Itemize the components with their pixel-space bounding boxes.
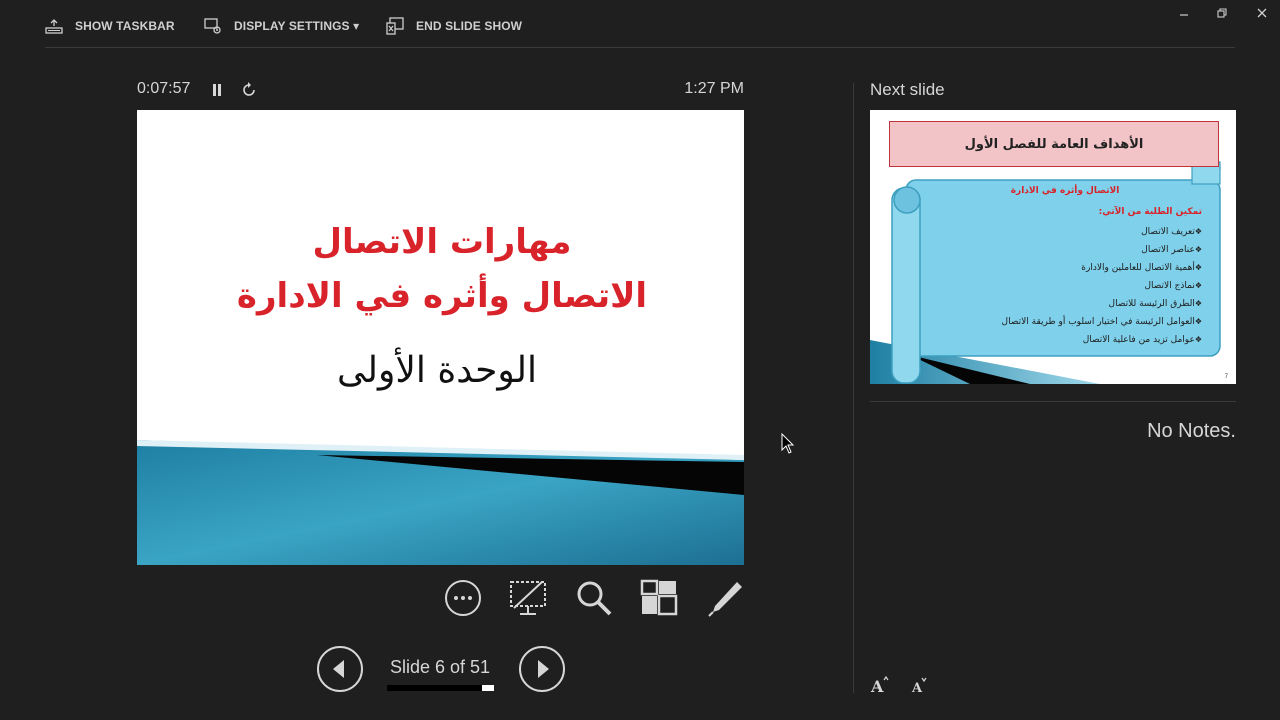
slide-progress-marker (482, 685, 494, 691)
decrease-font-icon: A (911, 677, 927, 696)
end-slide-show-button[interactable]: END SLIDE SHOW (386, 14, 522, 38)
see-all-slides-icon (640, 579, 678, 616)
slide-background (137, 110, 744, 565)
end-slide-show-label: END SLIDE SHOW (416, 19, 523, 33)
slide-counter: Slide 6 of 51 (389, 657, 491, 677)
presenter-toolbar: SHOW TASKBAR DISPLAY SETTINGS ▾ END SLID… (0, 0, 1280, 50)
list-item: عناصر الاتصال (930, 241, 1202, 259)
next-slide-label: Next slide (870, 80, 945, 99)
decrease-font-button[interactable]: A (910, 675, 930, 696)
notes-divider[interactable] (870, 401, 1236, 402)
minimize-icon (1180, 14, 1188, 16)
increase-font-button[interactable]: A (870, 675, 890, 696)
elapsed-timer: 0:07:57 (137, 80, 191, 97)
more-options-icon (445, 580, 481, 616)
next-slide-icon (519, 646, 565, 692)
speaker-notes[interactable]: No Notes. (1000, 420, 1236, 443)
end-show-icon (386, 17, 404, 35)
next-slide-intro: تمكين الطلبة من الآتي: (1098, 207, 1202, 217)
close-icon (1257, 8, 1267, 18)
next-slide-scroll-title: الاتصال وأثره في الادارة (1010, 186, 1120, 196)
previous-slide-button[interactable] (316, 645, 364, 693)
list-item: نماذج الاتصال (930, 277, 1202, 295)
current-slide[interactable]: مهارات الاتصال الاتصال وأثره في الادارة … (137, 110, 744, 565)
reset-timer-icon (243, 82, 255, 96)
current-time: 1:27 PM (684, 80, 744, 97)
slide-progress-bar[interactable] (387, 685, 494, 691)
list-item: تعريف الاتصال (930, 223, 1202, 241)
restore-icon (1217, 8, 1227, 18)
list-item: عوامل تزيد من فاعلية الاتصال (930, 331, 1202, 349)
black-screen-icon (510, 581, 546, 615)
svg-text:A: A (870, 677, 884, 695)
reset-timer-button[interactable] (239, 80, 259, 100)
list-item: العوامل الرئيسة في اختيار اسلوب أو طريقة… (930, 313, 1202, 331)
list-item: الطرق الرئيسة للاتصال (930, 295, 1202, 313)
next-slide-page-number: 7 (1224, 374, 1228, 380)
show-taskbar-label: SHOW TASKBAR (75, 19, 175, 33)
display-settings-label: DISPLAY SETTINGS ▾ (234, 19, 360, 33)
more-options-button[interactable] (443, 578, 483, 618)
next-slide-preview[interactable]: الأهداف العامة للفصل الأول الاتصال وأثره… (870, 110, 1236, 384)
next-slide-list: تعريف الاتصال عناصر الاتصال أهمية الاتصا… (930, 223, 1202, 349)
zoom-button[interactable] (574, 578, 614, 618)
minimize-button[interactable] (1174, 4, 1194, 22)
slide-title: مهارات الاتصال الاتصال وأثره في الادارة (197, 215, 687, 323)
pen-icon (708, 582, 742, 617)
slide-title-line-2: الاتصال وأثره في الادارة (236, 276, 648, 316)
next-slide-button[interactable] (518, 645, 566, 693)
pen-button[interactable] (705, 578, 745, 618)
list-item: أهمية الاتصال للعاملين والادارة (930, 259, 1202, 277)
close-button[interactable] (1252, 4, 1272, 22)
pause-icon (213, 84, 221, 96)
svg-text:A: A (911, 681, 923, 695)
previous-slide-icon (317, 646, 363, 692)
display-settings-button[interactable]: DISPLAY SETTINGS ▾ (204, 14, 359, 38)
toolbar-divider (45, 47, 1235, 48)
slide-subtitle: الوحدة الأولى (337, 350, 537, 391)
increase-font-icon: A (870, 675, 889, 696)
next-slide-header: الأهداف العامة للفصل الأول (889, 121, 1219, 167)
show-taskbar-button[interactable]: SHOW TASKBAR (45, 14, 175, 38)
restore-button[interactable] (1212, 4, 1232, 22)
see-all-slides-button[interactable] (639, 578, 679, 618)
pane-divider[interactable] (853, 83, 854, 693)
taskbar-icon (45, 19, 63, 34)
pause-timer-button[interactable] (208, 80, 226, 100)
black-screen-button[interactable] (508, 578, 548, 618)
mouse-cursor-icon (781, 433, 795, 454)
zoom-icon (577, 581, 612, 616)
slide-title-line-1: مهارات الاتصال (312, 222, 572, 262)
display-settings-icon (204, 18, 221, 34)
